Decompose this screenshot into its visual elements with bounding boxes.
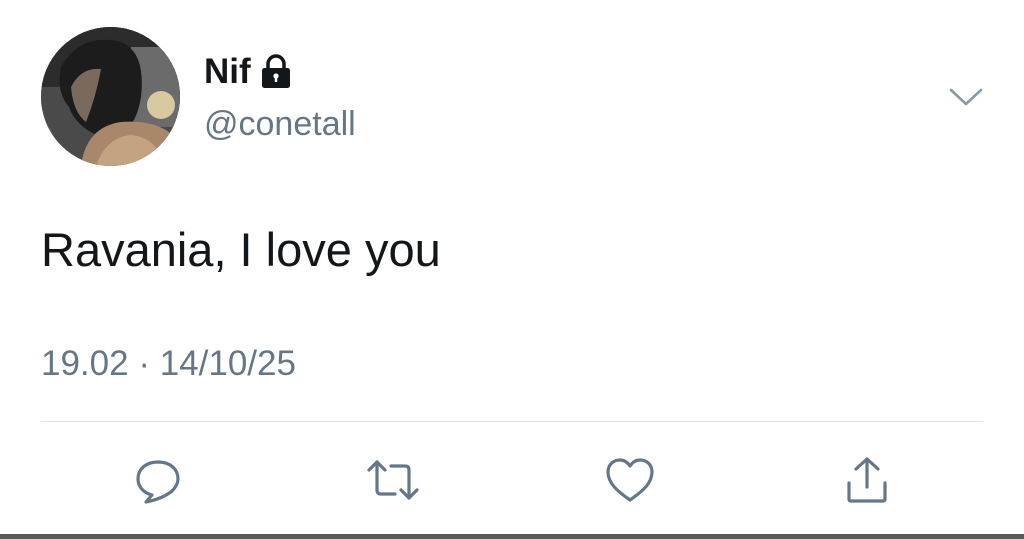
like-button[interactable] (600, 452, 660, 512)
heart-icon (603, 455, 657, 510)
timestamp-separator: · (128, 344, 160, 383)
bottom-edge (0, 534, 1024, 539)
chevron-down-icon[interactable] (946, 82, 986, 112)
action-bar (0, 452, 1024, 512)
tweet-card: Nif @conetall Ravania, I love you 19.02 … (0, 0, 1024, 539)
comment-icon (132, 454, 184, 511)
tweet-date: 14/10/25 (159, 344, 296, 383)
reply-button[interactable] (128, 452, 188, 512)
divider (41, 421, 983, 422)
share-button[interactable] (837, 452, 897, 512)
retweet-icon (363, 454, 423, 511)
lock-icon (259, 54, 293, 90)
avatar-image (41, 27, 180, 166)
share-icon (841, 453, 893, 512)
avatar[interactable] (41, 27, 180, 166)
tweet-time: 19.02 (41, 344, 129, 383)
display-name[interactable]: Nif (204, 52, 251, 92)
tweet-timestamp[interactable]: 19.02 · 14/10/25 (41, 343, 296, 385)
user-handle[interactable]: @conetall (204, 104, 356, 144)
display-name-row: Nif (204, 52, 293, 92)
tweet-text: Ravania, I love you (41, 223, 441, 276)
retweet-button[interactable] (363, 452, 423, 512)
